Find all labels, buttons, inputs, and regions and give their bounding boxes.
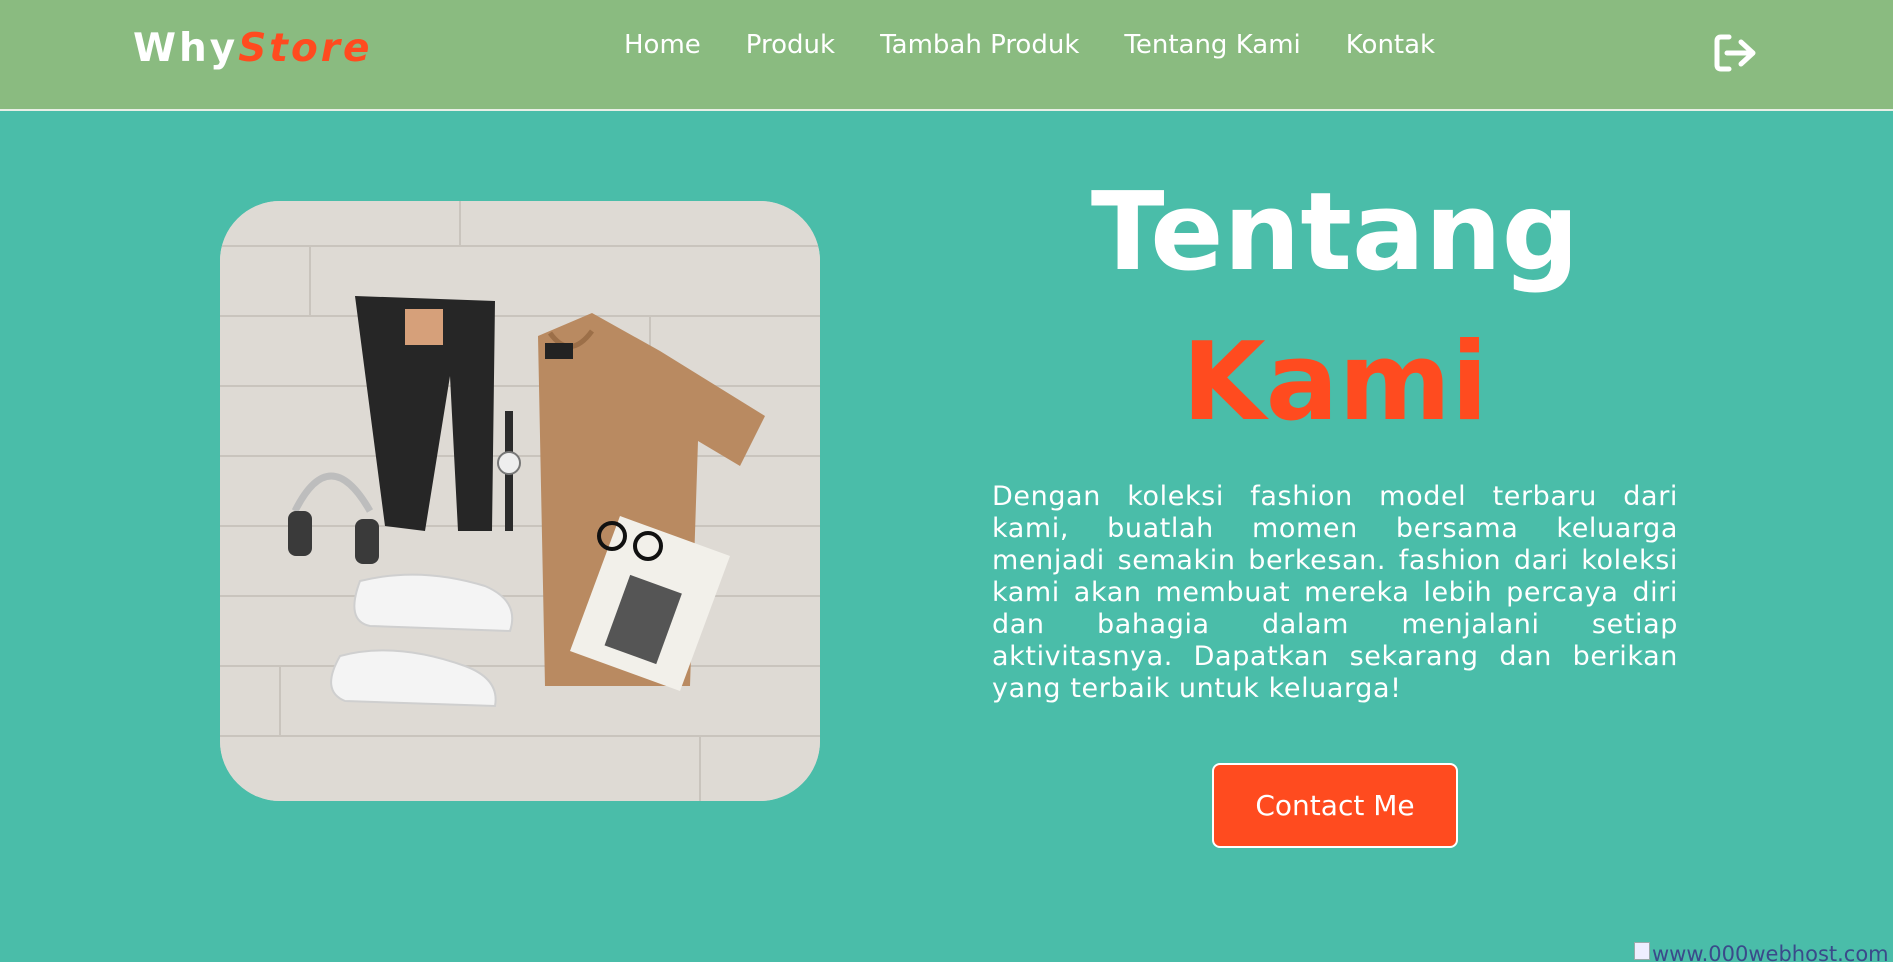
- nav-tambah-produk[interactable]: Tambah Produk: [880, 30, 1079, 60]
- site-logo[interactable]: WhyStore: [133, 26, 372, 71]
- nav-produk[interactable]: Produk: [746, 30, 835, 60]
- broken-image-icon: [1634, 942, 1650, 960]
- webhost-badge-text: www.000webhost.com: [1652, 942, 1889, 962]
- about-description: Dengan koleksi fashion model terbaru dar…: [992, 481, 1678, 704]
- nav-links: Home Produk Tambah Produk Tentang Kami K…: [624, 30, 1435, 60]
- navbar: WhyStore Home Produk Tambah Produk Tenta…: [0, 0, 1893, 111]
- title-kami: Kami: [1181, 320, 1489, 445]
- logo-store: Store: [238, 26, 373, 71]
- title-tentang: Tentang: [1090, 170, 1580, 295]
- logout-button[interactable]: [1713, 33, 1759, 73]
- logo-why: Why: [133, 26, 239, 71]
- nav-kontak[interactable]: Kontak: [1346, 30, 1435, 60]
- nav-home[interactable]: Home: [624, 30, 701, 60]
- contact-me-button[interactable]: Contact Me: [1212, 763, 1458, 848]
- webhost-badge[interactable]: www.000webhost.com: [1634, 942, 1889, 962]
- sign-out-icon: [1714, 34, 1756, 72]
- product-flatlay-photo: [220, 201, 820, 801]
- nav-tentang-kami[interactable]: Tentang Kami: [1124, 30, 1300, 60]
